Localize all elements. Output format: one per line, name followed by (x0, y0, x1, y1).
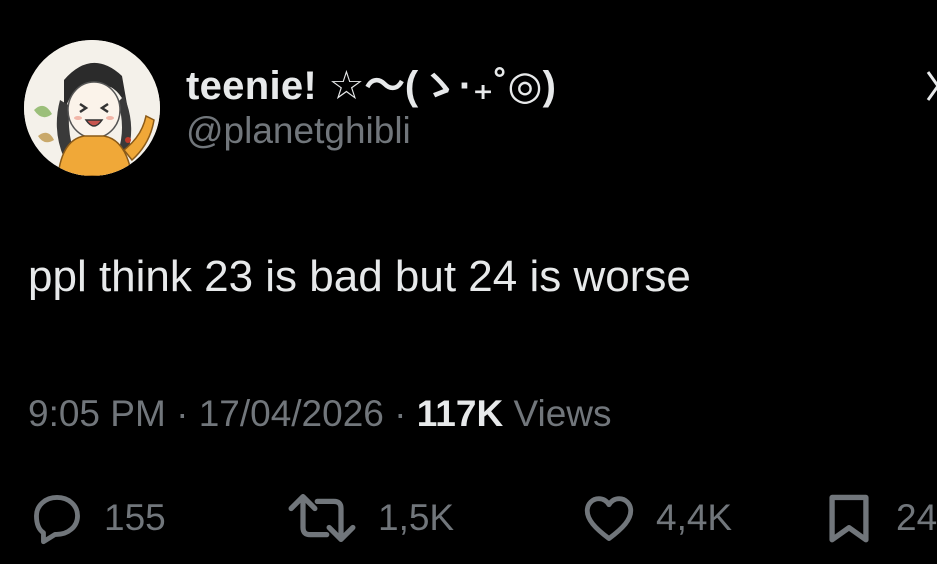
chevron-right-icon[interactable] (924, 66, 937, 106)
bookmark-count: 24 (896, 497, 937, 538)
meta-separator: · (176, 393, 189, 434)
action-bar: 155 1,5K 4,4K 24 (0, 486, 937, 550)
author-handle[interactable]: @planetghibli (186, 110, 411, 152)
tweet-date[interactable]: 17/04/2026 (199, 393, 384, 434)
tweet-time[interactable]: 9:05 PM (28, 393, 166, 434)
tweet-card: teenie! ☆〜(ゝ·₊˚◎) @planetghibli ppl thin… (0, 0, 937, 564)
repost-button[interactable]: 1,5K (284, 486, 454, 550)
views-count: 117K (416, 393, 504, 434)
bookmark-icon (829, 494, 869, 543)
reply-count: 155 (104, 497, 166, 538)
like-button[interactable]: 4,4K (580, 486, 732, 550)
like-count: 4,4K (656, 497, 733, 538)
avatar[interactable] (24, 40, 160, 176)
meta-separator: · (394, 393, 407, 434)
anime-girl-avatar-icon (24, 40, 160, 176)
author-display-name[interactable]: teenie! ☆〜(ゝ·₊˚◎) (186, 53, 556, 111)
heart-icon (584, 496, 634, 541)
views-label: Views (513, 393, 612, 434)
tweet-meta: 9:05 PM · 17/04/2026 · 117K Views (28, 393, 612, 435)
repost-icon (288, 494, 356, 542)
tweet-text: ppl think 23 is bad but 24 is worse (28, 252, 691, 301)
bookmark-button[interactable]: 24 (820, 486, 937, 550)
repost-count: 1,5K (378, 497, 455, 538)
reply-button[interactable]: 155 (28, 486, 166, 550)
reply-icon (34, 495, 80, 545)
